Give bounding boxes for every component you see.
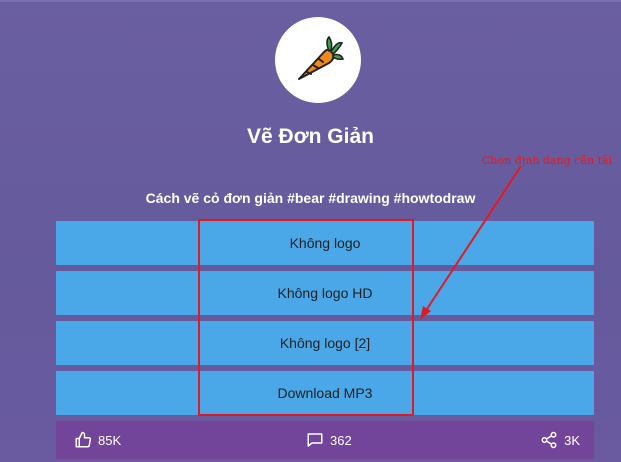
like-count: 85K [98, 432, 122, 448]
comment-button[interactable]: 362 [306, 421, 352, 459]
video-title: Cách vẽ cỏ đơn giản #bear #drawing #howt… [145, 190, 476, 206]
stats-bar: 85K 362 3K [56, 421, 594, 459]
comment-count: 362 [330, 432, 352, 448]
carrot-icon [291, 33, 345, 87]
top-border [0, 0, 621, 2]
share-icon [540, 431, 558, 449]
thumbs-up-icon [74, 431, 92, 449]
highlight-box [198, 219, 414, 416]
like-button[interactable]: 85K [74, 421, 121, 459]
comment-icon [306, 431, 324, 449]
share-button[interactable]: 3K [540, 421, 580, 459]
annotation-text: Chọn định dạng cần tải [482, 154, 613, 167]
share-count: 3K [564, 432, 580, 448]
channel-avatar[interactable] [275, 17, 361, 103]
channel-name: Vẽ Đơn Giản [247, 125, 374, 148]
